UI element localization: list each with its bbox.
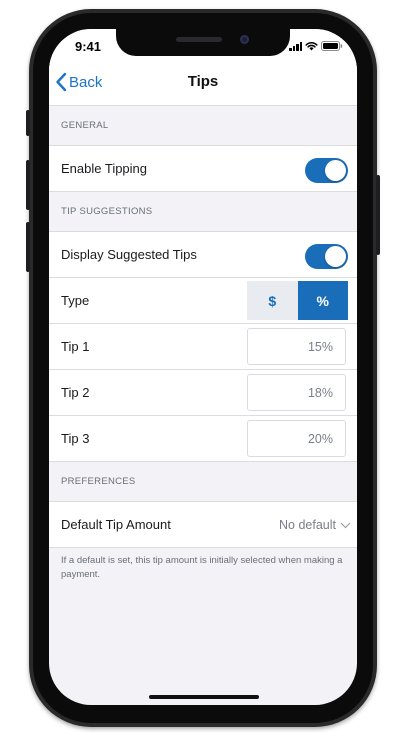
tip-type-dollar-option[interactable]: $ bbox=[247, 281, 298, 320]
tip-type-label: Type bbox=[61, 293, 90, 308]
default-tip-amount-row[interactable]: Default Tip Amount No default bbox=[49, 502, 357, 548]
volume-up-button bbox=[26, 160, 30, 210]
speaker-grille bbox=[176, 37, 222, 42]
tip-3-input[interactable]: 20% bbox=[247, 420, 346, 457]
notch bbox=[116, 29, 290, 56]
status-time: 9:41 bbox=[75, 39, 102, 54]
enable-tipping-row: Enable Tipping bbox=[49, 146, 357, 192]
display-suggested-tips-label: Display Suggested Tips bbox=[61, 247, 197, 262]
silent-switch bbox=[26, 110, 30, 136]
navigation-bar: Back Tips bbox=[49, 59, 357, 106]
tip-type-row: Type $ % bbox=[49, 278, 357, 324]
status-icons bbox=[289, 41, 343, 51]
toggle-knob bbox=[325, 246, 346, 267]
tip-3-label: Tip 3 bbox=[61, 431, 90, 446]
default-tip-footnote: If a default is set, this tip amount is … bbox=[61, 555, 343, 580]
settings-list: GENERAL Enable Tipping TIP SUGGESTIONS D… bbox=[49, 106, 357, 582]
battery-icon bbox=[321, 41, 343, 51]
tip-type-segmented-control: $ % bbox=[247, 281, 348, 320]
display-suggested-tips-row: Display Suggested Tips bbox=[49, 232, 357, 278]
tip-2-label: Tip 2 bbox=[61, 385, 90, 400]
tip-3-row: Tip 3 20% bbox=[49, 416, 357, 462]
chevron-down-icon bbox=[340, 522, 351, 528]
enable-tipping-label: Enable Tipping bbox=[61, 161, 148, 176]
default-tip-amount-select[interactable]: No default bbox=[279, 518, 351, 532]
power-button bbox=[376, 175, 380, 255]
default-tip-amount-value: No default bbox=[279, 518, 336, 532]
tip-2-row: Tip 2 18% bbox=[49, 370, 357, 416]
wifi-icon bbox=[305, 41, 318, 51]
section-header-general: GENERAL bbox=[49, 106, 357, 146]
toggle-knob bbox=[325, 160, 346, 181]
tip-1-label: Tip 1 bbox=[61, 339, 90, 354]
page-title: Tips bbox=[187, 73, 219, 90]
tip-1-input[interactable]: 15% bbox=[247, 328, 346, 365]
screen: 9:41 Back Tips GENERAL Enable Tipping TI… bbox=[49, 29, 357, 705]
tip-1-row: Tip 1 15% bbox=[49, 324, 357, 370]
home-indicator bbox=[149, 695, 259, 699]
section-header-preferences: PREFERENCES bbox=[49, 462, 357, 502]
volume-down-button bbox=[26, 222, 30, 272]
tip-type-percent-option[interactable]: % bbox=[297, 281, 348, 320]
tip-2-input[interactable]: 18% bbox=[247, 374, 346, 411]
display-suggested-tips-toggle[interactable] bbox=[305, 244, 348, 269]
section-header-tip-suggestions: TIP SUGGESTIONS bbox=[49, 192, 357, 232]
enable-tipping-toggle[interactable] bbox=[305, 158, 348, 183]
default-tip-amount-label: Default Tip Amount bbox=[61, 517, 171, 532]
front-camera bbox=[240, 35, 249, 44]
signal-icon bbox=[289, 41, 302, 51]
